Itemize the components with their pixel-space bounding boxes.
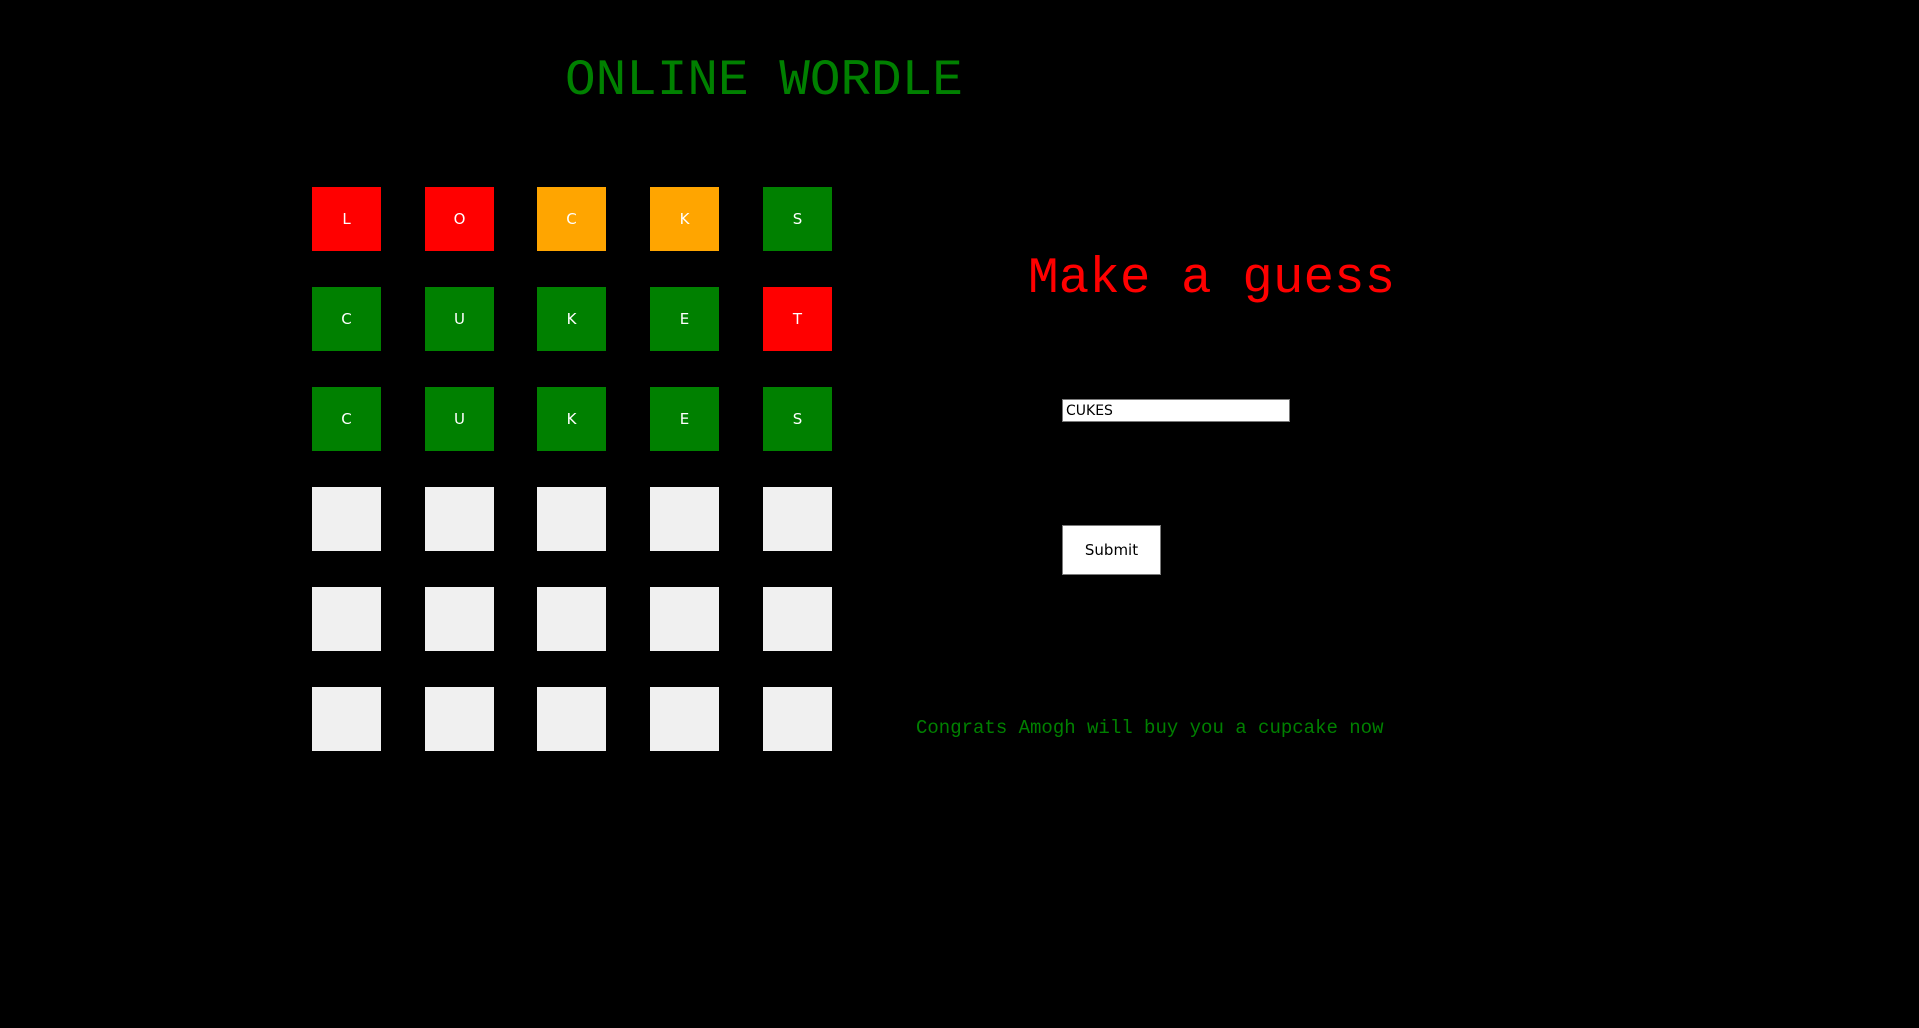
letter-tile: S: [763, 187, 832, 251]
letter-tile: U: [425, 387, 494, 451]
letter-tile: E: [650, 387, 719, 451]
letter-tile: [425, 687, 494, 751]
letter-tile: T: [763, 287, 832, 351]
letter-tile: C: [312, 387, 381, 451]
letter-tile: [425, 487, 494, 551]
guess-row-4: [312, 487, 832, 551]
guess-prompt: Make a guess: [1028, 251, 1396, 308]
letter-tile: [537, 487, 606, 551]
letter-tile: [763, 687, 832, 751]
letter-tile: [312, 687, 381, 751]
letter-tile: U: [425, 287, 494, 351]
guess-row-2: C U K E T: [312, 287, 832, 351]
submit-button[interactable]: Submit: [1062, 525, 1161, 575]
letter-tile: [425, 587, 494, 651]
guess-row-6: [312, 687, 832, 751]
letter-tile: C: [537, 187, 606, 251]
letter-tile: [312, 487, 381, 551]
letter-tile: S: [763, 387, 832, 451]
letter-tile: E: [650, 287, 719, 351]
result-message: Congrats Amogh will buy you a cupcake no…: [916, 717, 1384, 739]
letter-tile: [312, 587, 381, 651]
letter-tile: [537, 587, 606, 651]
letter-tile: L: [312, 187, 381, 251]
letter-tile: [650, 687, 719, 751]
guess-row-5: [312, 587, 832, 651]
wordle-window: ONLINE WORDLE L O C K S C U K E T C U K …: [0, 0, 1919, 1028]
guess-row-1: L O C K S: [312, 187, 832, 251]
letter-tile: K: [650, 187, 719, 251]
page-title: ONLINE WORDLE: [565, 53, 963, 110]
letter-tile: [537, 687, 606, 751]
letter-grid: L O C K S C U K E T C U K E S: [312, 187, 832, 752]
letter-tile: [763, 487, 832, 551]
letter-tile: [650, 587, 719, 651]
letter-tile: O: [425, 187, 494, 251]
guess-input[interactable]: [1062, 399, 1290, 422]
letter-tile: C: [312, 287, 381, 351]
letter-tile: [650, 487, 719, 551]
letter-tile: [763, 587, 832, 651]
letter-tile: K: [537, 287, 606, 351]
guess-row-3: C U K E S: [312, 387, 832, 451]
letter-tile: K: [537, 387, 606, 451]
